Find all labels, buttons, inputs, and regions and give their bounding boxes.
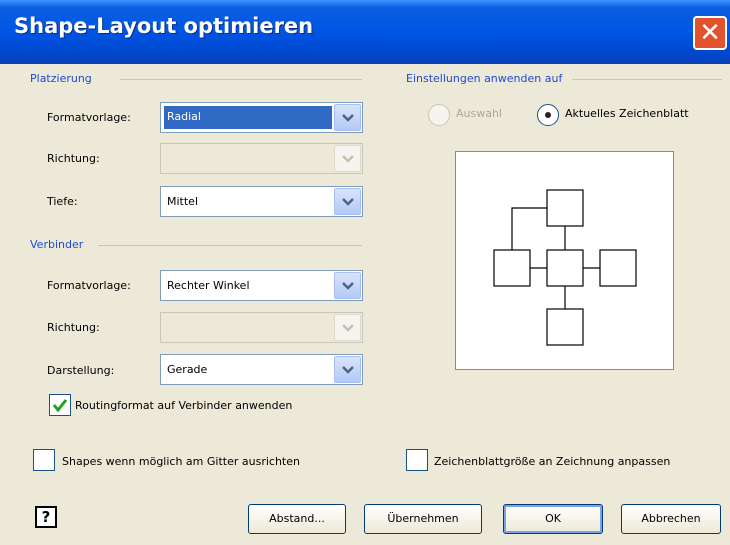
connector-direction-label: Richtung: xyxy=(47,321,100,334)
ok-button[interactable]: OK xyxy=(503,504,603,534)
placement-style-select[interactable]: Radial xyxy=(160,102,363,133)
chevron-down-icon xyxy=(342,282,354,290)
current-page-radio-label[interactable]: Aktuelles Zeichenblatt xyxy=(565,107,689,120)
placement-direction-label: Richtung: xyxy=(47,152,100,165)
connector-appearance-label: Darstellung: xyxy=(47,364,115,377)
current-page-radio[interactable] xyxy=(537,104,559,126)
connector-style-select[interactable]: Rechter Winkel xyxy=(160,270,363,301)
close-button[interactable]: ✕ xyxy=(693,16,727,50)
chevron-down-icon xyxy=(342,114,354,122)
selection-radio xyxy=(428,104,450,126)
placement-depth-dropdown-button[interactable] xyxy=(334,188,361,215)
resize-page-label[interactable]: Zeichenblattgröße an Zeichnung anpassen xyxy=(434,455,670,468)
apply-to-group-label: Einstellungen anwenden auf xyxy=(406,72,563,85)
connector-style-label: Formatvorlage: xyxy=(47,279,131,292)
connector-style-value: Rechter Winkel xyxy=(167,279,250,292)
chevron-down-icon xyxy=(342,324,354,332)
placement-group-label: Platzierung xyxy=(30,72,92,85)
connector-appearance-value: Gerade xyxy=(167,363,208,376)
spacing-button[interactable]: Abstand... xyxy=(248,504,346,534)
help-icon: ? xyxy=(41,508,51,526)
checkmark-icon xyxy=(52,399,68,413)
chevron-down-icon xyxy=(342,155,354,163)
dialog-title: Shape-Layout optimieren xyxy=(14,14,314,38)
placement-style-value: Radial xyxy=(164,106,332,129)
title-bar[interactable]: Shape-Layout optimieren ✕ xyxy=(0,0,730,64)
chevron-down-icon xyxy=(342,366,354,374)
connector-appearance-select[interactable]: Gerade xyxy=(160,354,363,385)
radio-selected-dot xyxy=(545,112,551,118)
connector-direction-select xyxy=(160,312,363,343)
align-grid-label[interactable]: Shapes wenn möglich am Gitter ausrichten xyxy=(62,455,300,468)
placement-depth-label: Tiefe: xyxy=(47,195,78,208)
help-button[interactable]: ? xyxy=(35,506,57,528)
selection-radio-label: Auswahl xyxy=(456,107,502,120)
resize-page-checkbox[interactable] xyxy=(406,449,428,471)
apply-to-group-divider xyxy=(572,79,722,80)
placement-direction-select xyxy=(160,143,363,174)
placement-direction-dropdown-button xyxy=(334,145,361,172)
placement-group-divider xyxy=(120,79,362,80)
chevron-down-icon xyxy=(342,198,354,206)
placement-depth-value: Mittel xyxy=(167,195,198,208)
dialog-window: Shape-Layout optimieren ✕ Platzierung Fo… xyxy=(0,0,730,545)
align-grid-checkbox[interactable] xyxy=(33,449,55,471)
routing-checkbox[interactable] xyxy=(49,394,71,416)
connector-style-dropdown-button[interactable] xyxy=(334,272,361,299)
apply-button[interactable]: Übernehmen xyxy=(364,504,482,534)
routing-label[interactable]: Routingformat auf Verbinder anwenden xyxy=(75,399,292,412)
radial-layout-diagram xyxy=(493,189,637,346)
close-icon: ✕ xyxy=(699,18,721,48)
connector-direction-dropdown-button xyxy=(334,314,361,341)
cancel-button[interactable]: Abbrechen xyxy=(621,504,721,534)
connector-group-label: Verbinder xyxy=(30,238,84,251)
placement-depth-select[interactable]: Mittel xyxy=(160,186,363,217)
connector-group-divider xyxy=(98,245,362,246)
layout-preview xyxy=(455,151,674,370)
placement-style-label: Formatvorlage: xyxy=(47,111,131,124)
connector-appearance-dropdown-button[interactable] xyxy=(334,356,361,383)
placement-style-dropdown-button[interactable] xyxy=(334,104,361,131)
